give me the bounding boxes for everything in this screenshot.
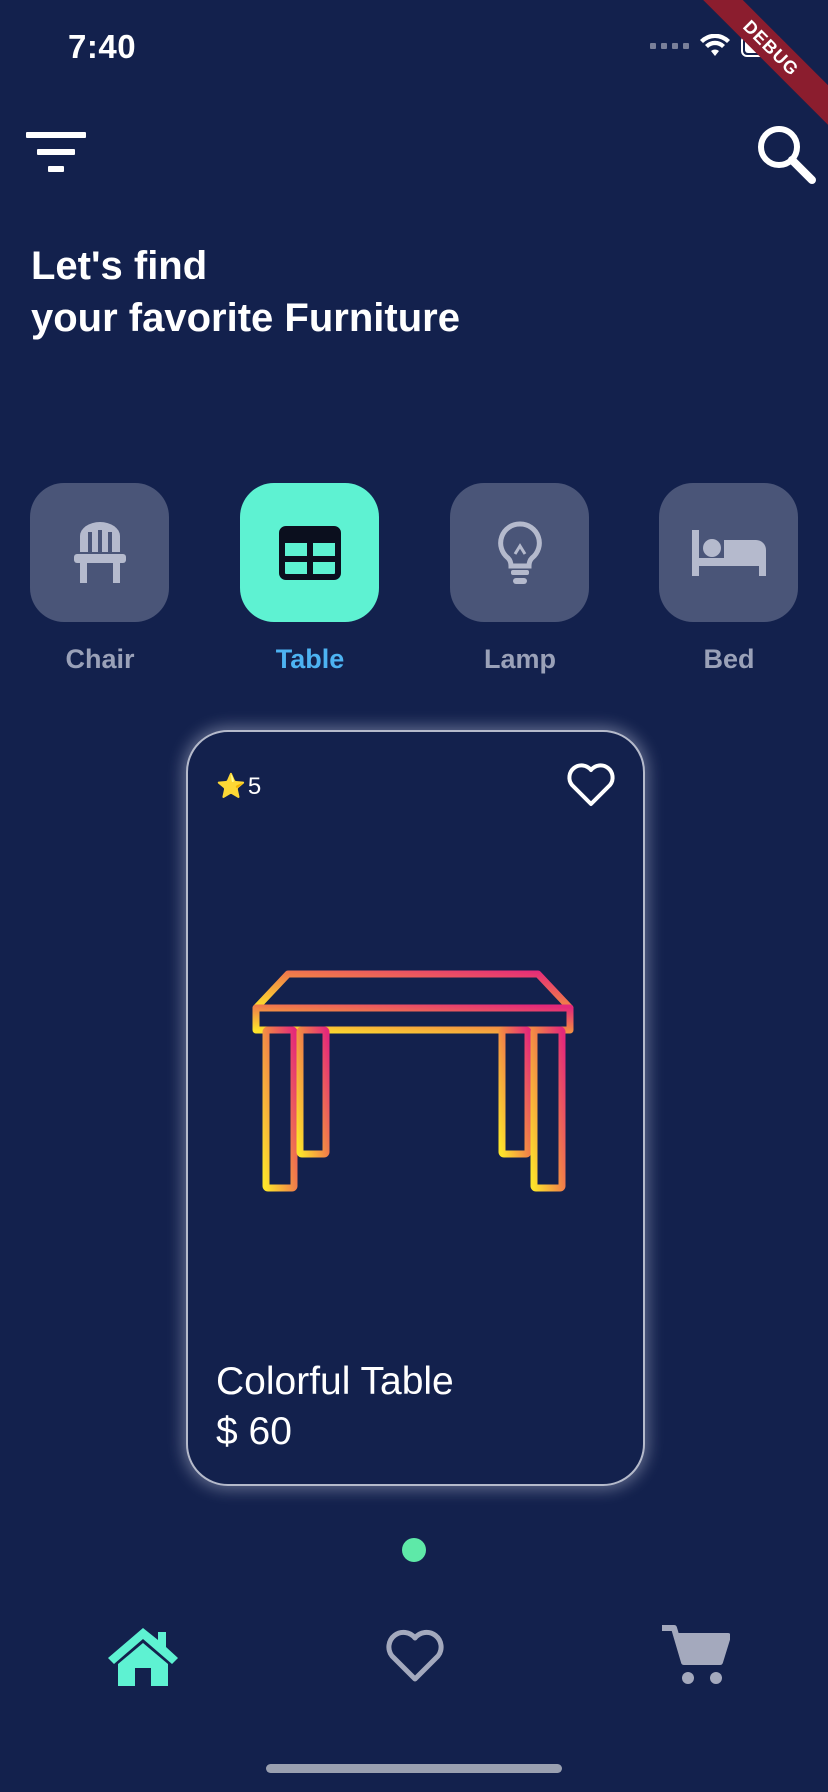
home-indicator-bar[interactable] — [266, 1764, 562, 1773]
cart-icon[interactable] — [660, 1624, 730, 1686]
category-bed[interactable]: Bed — [659, 483, 799, 675]
category-lamp-tile[interactable] — [450, 483, 589, 622]
debug-banner: DEBUG — [679, 0, 828, 140]
category-table[interactable]: Table — [240, 483, 380, 675]
product-card[interactable]: ⭐ 5 Colorful Table $ 60 — [186, 730, 645, 1486]
category-chair-tile[interactable] — [30, 483, 169, 622]
table-icon — [278, 525, 341, 580]
category-chair[interactable]: Chair — [30, 483, 170, 675]
category-label: Bed — [703, 644, 755, 674]
status-time: 7:40 — [68, 28, 137, 65]
table-illustration — [252, 970, 574, 1192]
heart-icon[interactable] — [384, 1628, 446, 1684]
signal-icon — [650, 43, 689, 49]
category-table-tile[interactable] — [240, 483, 379, 622]
category-lamp[interactable]: Lamp — [450, 483, 590, 675]
filter-menu-icon[interactable] — [26, 128, 88, 176]
product-price: $ 60 — [216, 1410, 292, 1453]
category-label: Table — [275, 644, 345, 674]
rating-value: 5 — [247, 772, 262, 800]
heart-outline-icon[interactable] — [565, 760, 617, 808]
title-line-2: your favorite Furniture — [31, 296, 460, 340]
lamp-icon — [497, 520, 542, 584]
page-title: Let's find your favorite Furniture — [31, 240, 460, 344]
search-icon[interactable] — [754, 122, 818, 186]
category-label: Lamp — [483, 644, 556, 674]
product-name: Colorful Table — [216, 1360, 454, 1403]
page-indicator-dot — [402, 1538, 426, 1562]
star-icon: ⭐ — [216, 773, 246, 800]
category-bed-tile[interactable] — [659, 483, 798, 622]
bed-icon — [691, 529, 766, 576]
title-line-1: Let's find — [31, 244, 208, 288]
chair-icon — [73, 521, 126, 583]
product-rating: ⭐ 5 — [216, 772, 261, 801]
home-icon[interactable] — [104, 1624, 182, 1688]
wifi-icon — [700, 34, 730, 56]
category-label: Chair — [65, 644, 135, 674]
